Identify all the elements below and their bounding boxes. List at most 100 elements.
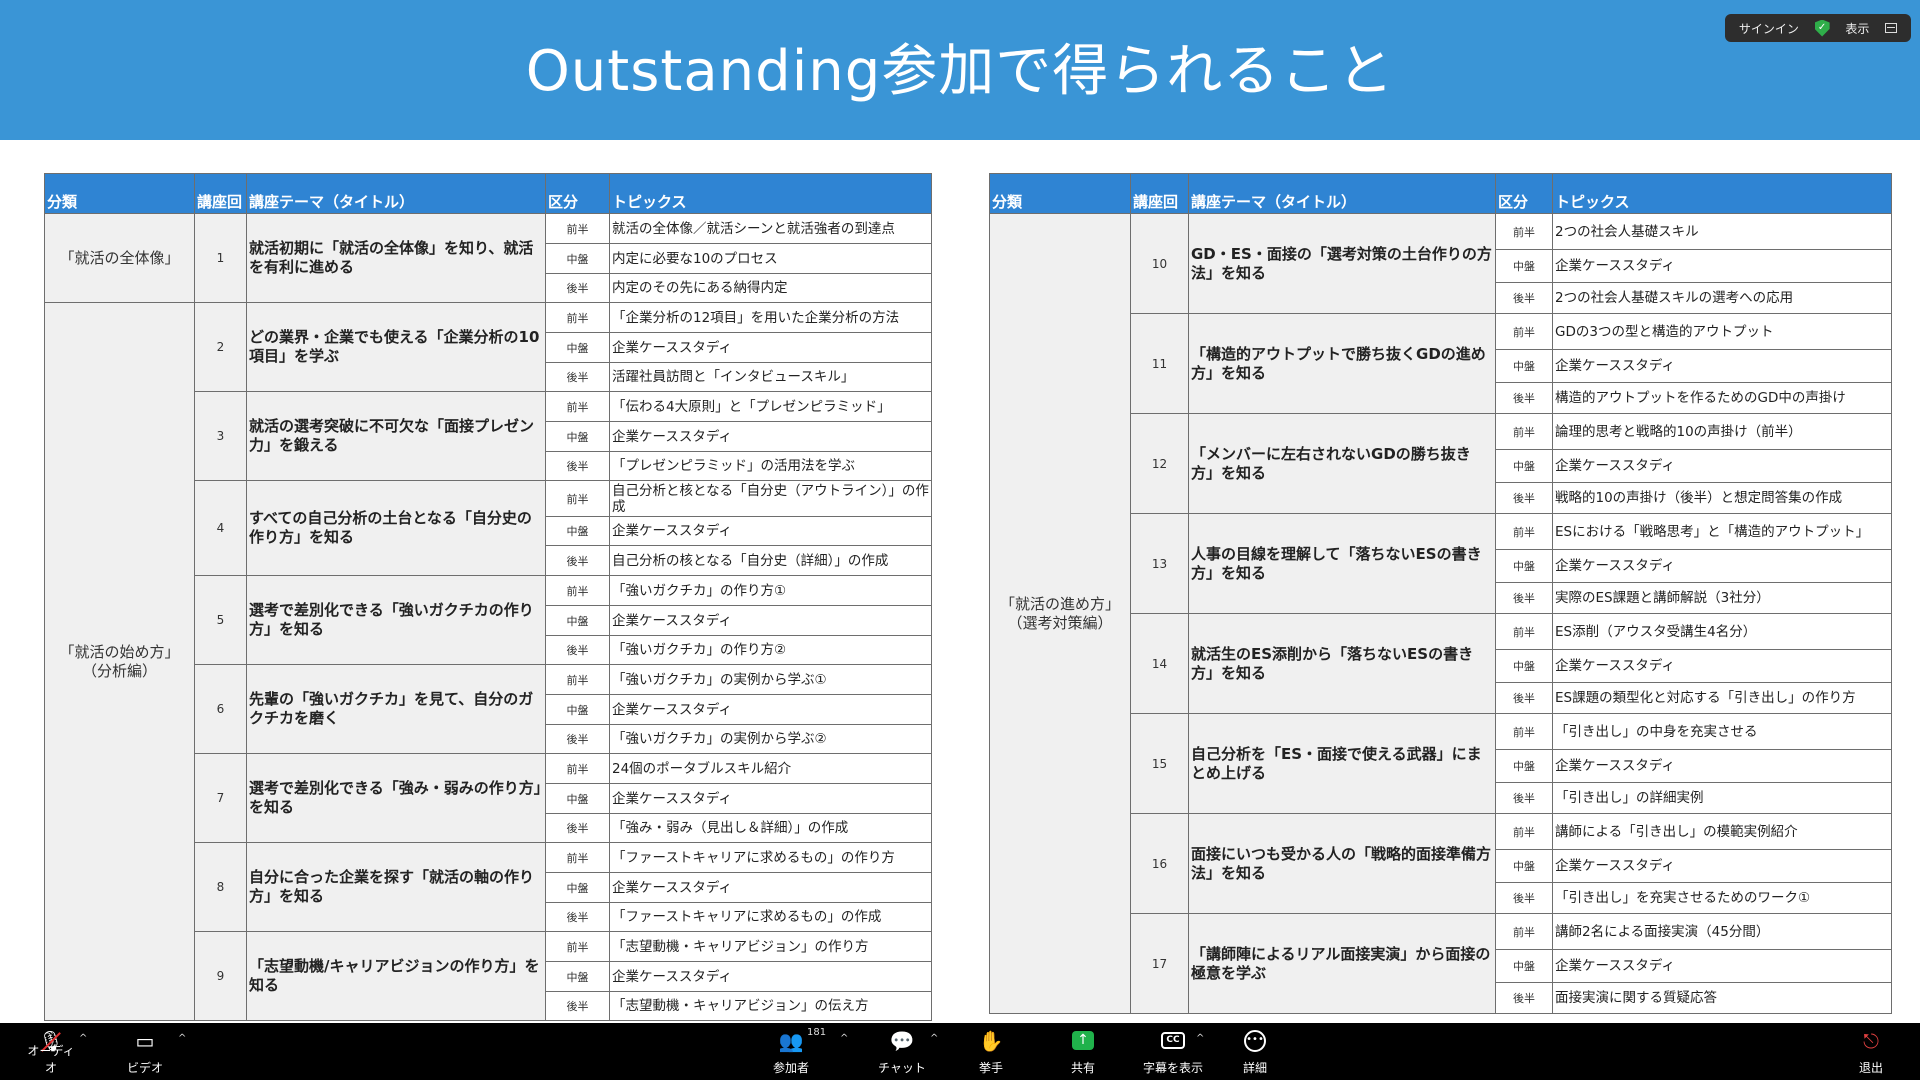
topic-cell: 「伝わる4大原則」と「プレゼンピラミッド」 [609, 391, 932, 422]
lecture-theme: 先輩の「強いガクチカ」を見て、自分のガクチカを磨く [246, 664, 546, 754]
signin-label[interactable]: サインイン [1739, 20, 1799, 37]
participants-button[interactable]: 👥 181 参加者 [763, 1023, 826, 1080]
phase-cell: 後半 [545, 635, 610, 665]
topic-cell: 構造的アウトプットを作るためのGD中の声掛け [1552, 382, 1892, 414]
header-num: 講座回 [1130, 173, 1189, 214]
lecture-number: 6 [194, 664, 247, 754]
chat-label: チャット [878, 1061, 926, 1075]
more-label: 詳細 [1242, 1061, 1267, 1075]
phase-cell: 前半 [1495, 913, 1553, 950]
phase-cell: 前半 [545, 931, 610, 962]
more-button[interactable]: ••• 詳細 [1228, 1023, 1282, 1080]
topic-cell: 面接実演に関する質疑応答 [1552, 982, 1892, 1014]
view-label[interactable]: 表示 [1845, 20, 1869, 37]
more-dots-icon: ••• [1244, 1030, 1266, 1052]
topic-cell: 「ファーストキャリアに求めるもの」の作成 [609, 902, 932, 932]
header-topic: トピックス [609, 173, 932, 214]
topic-cell: 24個のポータブルスキル紹介 [609, 753, 932, 784]
participants-count: 181 [807, 1027, 827, 1038]
video-button[interactable]: ▭ ビデオ [118, 1023, 172, 1080]
topic-cell: ESにおける「戦略思考」と「構造的アウトプット」 [1552, 513, 1892, 550]
lecture-theme: 選考で差別化できる「強み・弱みの作り方」を知る [246, 753, 546, 843]
topic-cell: 「引き出し」の中身を充実させる [1552, 713, 1892, 750]
captions-label: 字幕を表示 [1142, 1061, 1203, 1075]
topic-cell: 企業ケーススタディ [609, 783, 932, 814]
phase-cell: 後半 [1495, 682, 1553, 714]
phase-cell: 後半 [1495, 482, 1553, 514]
share-screen-icon: ↑ [1072, 1031, 1094, 1050]
table-row: 「就活の進め方」 （選考対策編） 10 GD・ES・面接の「選考対策の土台作りの方法… [989, 213, 1892, 1014]
header-topic: トピックス [1552, 173, 1892, 214]
phase-cell: 中盤 [545, 243, 610, 274]
video-options-caret-icon[interactable]: ^ [178, 1033, 186, 1044]
captions-button[interactable]: CC 字幕を表示 [1136, 1023, 1210, 1080]
phase-cell: 後半 [545, 545, 610, 576]
topic-cell: 企業ケーススタディ [1552, 349, 1892, 383]
meeting-toolbar: 🎙 オーディオ ^ ▭ ビデオ ^ 👥 181 参加者 ^ 💬 チャット ^ ✋… [0, 1023, 1920, 1080]
leave-exit-icon: ⎋ [1863, 1029, 1879, 1053]
topic-cell: 「強いガクチカ」の実例から学ぶ① [609, 664, 932, 695]
share-button[interactable]: ↑ 共有 [1056, 1023, 1110, 1080]
lecture-number: 1 [194, 213, 247, 303]
category-cell: 「就活の全体像」 [44, 213, 195, 303]
topic-cell: 「強いガクチカ」の実例から学ぶ② [609, 724, 932, 754]
raise-hand-button[interactable]: ✋ 挙手 [964, 1023, 1018, 1080]
lecture-theme: どの業界・企業でも使える「企業分析の10項目」を学ぶ [246, 302, 546, 392]
topic-cell: 企業ケーススタディ [1552, 849, 1892, 883]
phase-cell: 後半 [545, 813, 610, 843]
phase-cell: 後半 [1495, 282, 1553, 314]
lecture-number: 10 [1130, 213, 1189, 314]
phase-cell: 前半 [1495, 813, 1553, 850]
topic-cell: 「強いガクチカ」の作り方① [609, 575, 932, 606]
lecture-number: 13 [1130, 513, 1189, 614]
raise-hand-label: 挙手 [978, 1061, 1003, 1075]
phase-cell: 後半 [1495, 782, 1553, 814]
topic-cell: 企業ケーススタディ [1552, 749, 1892, 783]
topic-cell: 企業ケーススタディ [609, 332, 932, 363]
topic-cell: 企業ケーススタディ [1552, 949, 1892, 983]
chat-options-caret-icon[interactable]: ^ [930, 1033, 938, 1044]
window-menu-icon[interactable] [1885, 23, 1898, 33]
participants-label: 参加者 [772, 1061, 809, 1075]
header-theme: 講座テーマ（タイトル） [1188, 173, 1496, 214]
captions-options-caret-icon[interactable]: ^ [1196, 1033, 1204, 1044]
phase-cell: 後半 [1495, 882, 1553, 914]
phase-cell: 後半 [545, 902, 610, 932]
topic-cell: 就活の全体像／就活シーンと就活強者の到達点 [609, 213, 932, 244]
lecture-theme: 「講師陣によるリアル面接実演」から面接の極意を学ぶ [1188, 913, 1496, 1014]
phase-cell: 前半 [545, 842, 610, 873]
lecture-number: 8 [194, 842, 247, 932]
phase-cell: 前半 [545, 753, 610, 784]
lecture-theme: 「構造的アウトプットで勝ち抜くGDの進め方」を知る [1188, 313, 1496, 414]
phase-cell: 後半 [545, 362, 610, 392]
signin-overlay[interactable]: サインイン ✓ 表示 [1725, 14, 1911, 42]
header-category: 分類 [44, 173, 195, 214]
topic-cell: 「企業分析の12項目」を用いた企業分析の方法 [609, 302, 932, 333]
table-row: 「就活の始め方」 （分析編） 2 どの業界・企業でも使える「企業分析の10項目」を学… [44, 302, 932, 1021]
participants-options-caret-icon[interactable]: ^ [840, 1033, 848, 1044]
topic-cell: ES添削（アウスタ受講生4名分） [1552, 613, 1892, 650]
phase-cell: 後半 [1495, 382, 1553, 414]
topic-cell: 「強いガクチカ」の作り方② [609, 635, 932, 665]
phase-cell: 中盤 [545, 694, 610, 725]
right-schedule-table: 分類 講座回 講座テーマ（タイトル） 区分 トピックス 「就活の進め方」 （選考… [989, 173, 1892, 1014]
topic-cell: 自己分析の核となる「自分史（詳細）」の作成 [609, 545, 932, 576]
topic-cell: 戦略的10の声掛け（後半）と想定問答集の作成 [1552, 482, 1892, 514]
lecture-theme: 「志望動機/キャリアビジョンの作り方」を知る [246, 931, 546, 1021]
topic-cell: 「ファーストキャリアに求めるもの」の作り方 [609, 842, 932, 873]
phase-cell: 前半 [1495, 613, 1553, 650]
topic-cell: 内定のその先にある納得内定 [609, 273, 932, 303]
topic-cell: 企業ケーススタディ [609, 605, 932, 636]
lecture-theme: 自分に合った企業を探す「就活の軸の作り方」を知る [246, 842, 546, 932]
header-phase: 区分 [1495, 173, 1553, 214]
topic-cell: 「強み・弱み（見出し＆詳細）」の作成 [609, 813, 932, 843]
leave-label: 退出 [1858, 1061, 1883, 1075]
chat-button[interactable]: 💬 チャット [875, 1023, 929, 1080]
audio-button[interactable]: 🎙 オーディオ [22, 1023, 80, 1080]
video-camera-icon: ▭ [135, 1029, 155, 1053]
phase-cell: 後半 [1495, 582, 1553, 614]
leave-button[interactable]: ⎋ 退出 [1846, 1023, 1896, 1080]
shield-check-icon: ✓ [1814, 19, 1830, 37]
audio-options-caret-icon[interactable]: ^ [79, 1033, 87, 1044]
phase-cell: 後半 [545, 273, 610, 303]
